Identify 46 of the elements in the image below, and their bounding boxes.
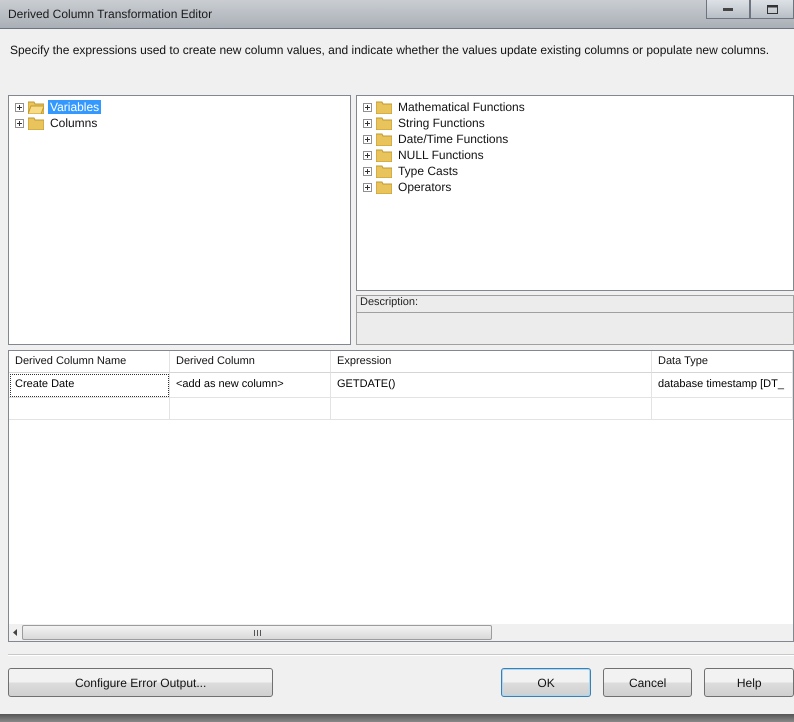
table-cell[interactable]: GETDATE() — [331, 373, 652, 398]
folder-icon — [376, 116, 392, 130]
tree-item[interactable]: Operators — [396, 180, 454, 194]
instructions-text: Specify the expressions used to create new column values, and indicate whether the values update existing columns or populate new columns. — [9, 42, 770, 59]
minimize-button[interactable] — [706, 0, 750, 19]
grip-icon — [254, 630, 260, 636]
column-header[interactable]: Derived Column — [170, 351, 331, 373]
table-cell[interactable]: <add as new column> — [170, 373, 331, 398]
folder-icon — [28, 116, 44, 130]
expand-icon[interactable] — [363, 102, 372, 112]
column-header[interactable]: Data Type — [652, 351, 793, 373]
tree-item[interactable]: NULL Functions — [396, 148, 486, 162]
column-header[interactable]: Derived Column Name — [9, 351, 170, 373]
folder-icon — [376, 180, 392, 194]
folder-icon — [376, 148, 392, 162]
expand-icon[interactable] — [363, 150, 372, 160]
expand-icon[interactable] — [363, 118, 372, 128]
table-cell[interactable]: database timestamp [DT_ — [652, 373, 793, 398]
maximize-button[interactable] — [750, 0, 794, 19]
maximize-icon — [766, 4, 778, 14]
expand-icon[interactable] — [363, 166, 372, 176]
tree-item[interactable]: Columns — [48, 116, 100, 130]
tree-item[interactable]: Date/Time Functions — [396, 132, 510, 146]
window-title: Derived Column Transformation Editor — [8, 7, 212, 21]
scroll-left-icon[interactable] — [13, 629, 18, 636]
input-tree[interactable]: Variables Columns — [8, 95, 351, 345]
folder-icon — [376, 132, 392, 146]
expand-icon[interactable] — [363, 134, 372, 144]
folder-icon — [376, 100, 392, 114]
open-folder-icon — [28, 100, 44, 114]
table-cell[interactable]: Create Date — [9, 373, 170, 398]
dialog-button[interactable]: Configure Error Output... — [8, 668, 274, 697]
minimize-icon — [723, 8, 733, 10]
tree-item[interactable]: Type Casts — [396, 164, 460, 178]
dialog-button[interactable]: OK — [501, 668, 591, 697]
expand-icon[interactable] — [15, 102, 24, 112]
dialog-button[interactable]: Cancel — [602, 668, 692, 697]
folder-icon — [376, 164, 392, 178]
expand-icon[interactable] — [363, 182, 372, 192]
tree-item[interactable]: String Functions — [396, 116, 487, 130]
expand-icon[interactable] — [15, 118, 24, 128]
tree-item[interactable]: Mathematical Functions — [396, 100, 527, 114]
dialog-button[interactable]: Help — [704, 668, 794, 697]
description-label: Description: — [356, 295, 794, 312]
function-tree[interactable]: Mathematical Functions String Functions Date/Time Functions NULL Functions Type Casts Operators — [356, 95, 794, 291]
column-header[interactable]: Expression — [331, 351, 652, 373]
